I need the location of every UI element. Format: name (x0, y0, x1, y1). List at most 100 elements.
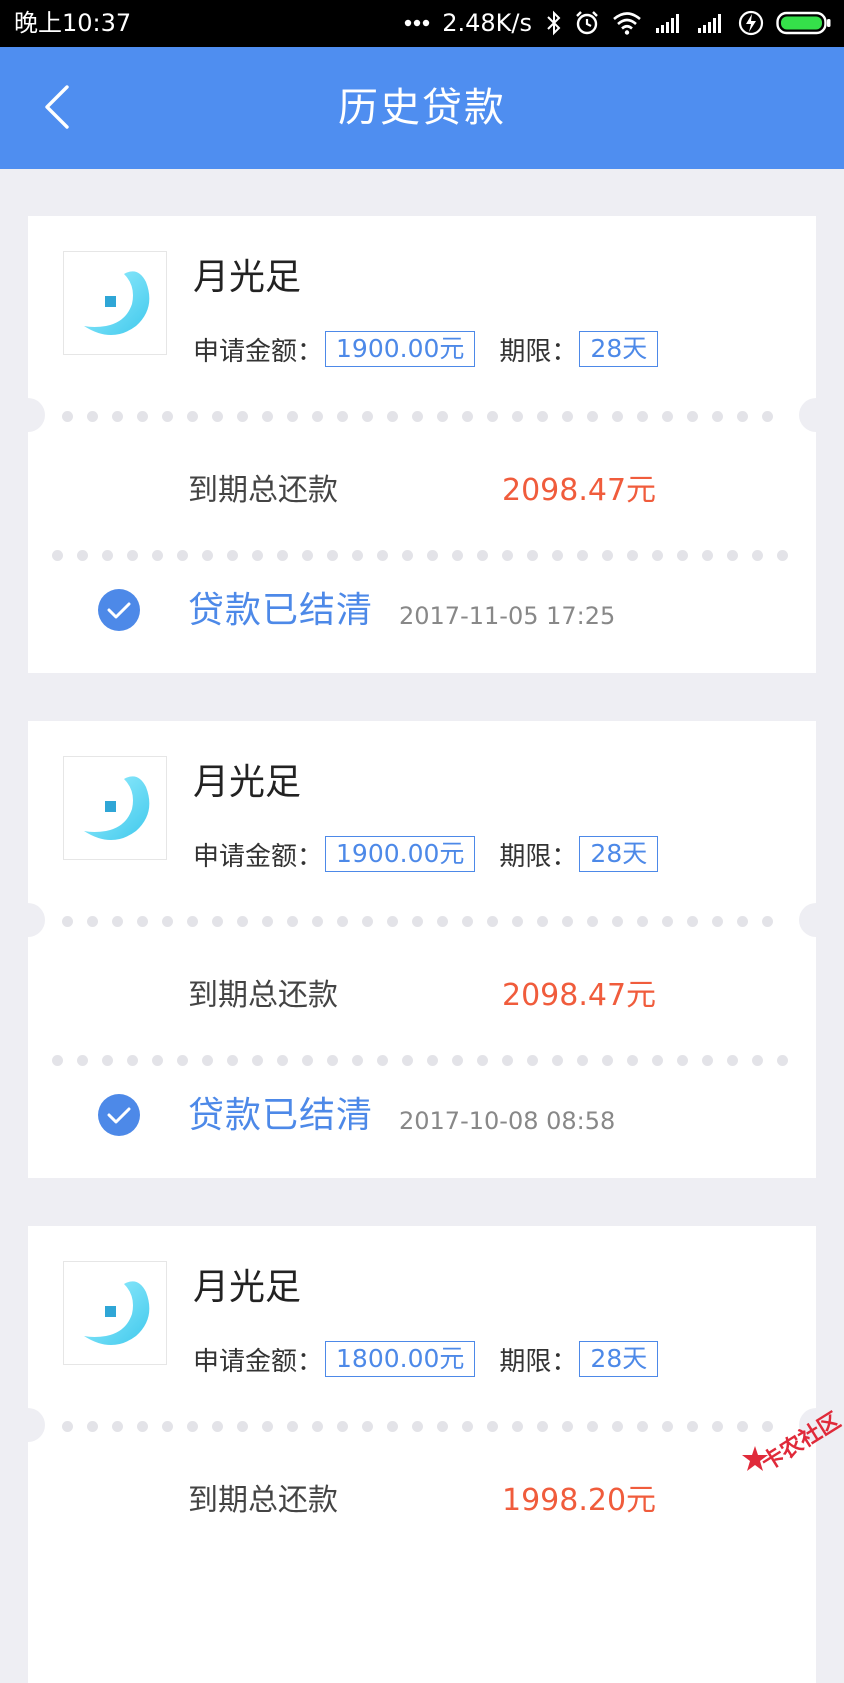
dot (627, 550, 638, 561)
more-dots-icon (405, 19, 430, 27)
dot (362, 916, 373, 927)
network-speed: 2.48K/s (442, 9, 532, 37)
dot (202, 550, 213, 561)
dot (137, 411, 148, 422)
loan-card[interactable]: 月光足 申请金额： 1900.00元 期限： 28天 到期总还款 2098.47… (11, 216, 833, 673)
dot (652, 1055, 663, 1066)
dot (112, 916, 123, 927)
dot (237, 916, 248, 927)
status-icons: 2.48K/s (404, 6, 832, 40)
dot (702, 1055, 713, 1066)
dot (677, 1055, 688, 1066)
apply-info-row: 申请金额： 1900.00元 期限： 28天 (193, 835, 659, 873)
dot (387, 411, 398, 422)
dot (452, 550, 463, 561)
dot (737, 411, 748, 422)
signal-icon-2 (698, 14, 721, 33)
period-value: 28天 (579, 331, 659, 367)
moon-logo-icon (84, 1281, 150, 1345)
moon-logo-icon (84, 271, 150, 335)
dot (762, 916, 773, 927)
dot (127, 1055, 138, 1066)
dot (187, 411, 198, 422)
dot (737, 916, 748, 927)
dot (777, 550, 788, 561)
dot (402, 550, 413, 561)
wifi-icon (613, 12, 641, 35)
loan-card[interactable]: 月光足 申请金额： 1900.00元 期限： 28天 到期总还款 2098.47… (11, 721, 833, 1178)
dot (277, 1055, 288, 1066)
dot (312, 1421, 323, 1432)
settled-time: 2017-10-08 08:58 (399, 1107, 616, 1135)
dot (687, 1421, 698, 1432)
product-name: 月光足 (193, 1267, 302, 1308)
dot (62, 1421, 73, 1432)
dot (487, 1421, 498, 1432)
dot (727, 550, 738, 561)
dot (387, 916, 398, 927)
dot (312, 411, 323, 422)
check-circle-icon (98, 1094, 140, 1136)
dot (727, 1055, 738, 1066)
dot (602, 550, 613, 561)
signal-icon (656, 14, 679, 33)
product-logo (63, 251, 167, 355)
dot (262, 916, 273, 927)
product-name: 月光足 (193, 257, 302, 298)
apply-info-row: 申请金额： 1800.00元 期限： 28天 (193, 1340, 659, 1378)
dotted-line (62, 916, 773, 927)
dot (377, 550, 388, 561)
dot (227, 1055, 238, 1066)
dot (62, 916, 73, 927)
dot (512, 1421, 523, 1432)
dot (537, 916, 548, 927)
dot (302, 550, 313, 561)
dot (287, 1421, 298, 1432)
dot (602, 1055, 613, 1066)
product-name: 月光足 (193, 762, 302, 803)
dot (477, 1055, 488, 1066)
dot (452, 1055, 463, 1066)
dot (712, 916, 723, 927)
dot (587, 1421, 598, 1432)
dot (152, 1055, 163, 1066)
dotted-line (62, 1421, 773, 1432)
dot (77, 550, 88, 561)
dot (327, 550, 338, 561)
dot (137, 1421, 148, 1432)
check-circle-icon (98, 589, 140, 631)
dot (162, 1421, 173, 1432)
dot (102, 1055, 113, 1066)
dot (237, 1421, 248, 1432)
dot (352, 550, 363, 561)
dot (412, 411, 423, 422)
apply-amount-label: 申请金额： (193, 841, 324, 872)
dot (552, 1055, 563, 1066)
dot (202, 1055, 213, 1066)
dot (337, 1421, 348, 1432)
dot (762, 411, 773, 422)
dot (187, 916, 198, 927)
dot (362, 411, 373, 422)
dot (52, 550, 63, 561)
dot (302, 1055, 313, 1066)
dot (87, 411, 98, 422)
period-value: 28天 (579, 1341, 659, 1377)
nav-bar: 历史贷款 (0, 47, 844, 169)
status-bar: 晚上10:37 2.48K/s (0, 0, 844, 47)
bluetooth-icon (547, 10, 561, 36)
dot (477, 550, 488, 561)
dot (102, 550, 113, 561)
dot (287, 916, 298, 927)
apply-amount-value: 1900.00元 (325, 836, 476, 872)
dot (527, 1055, 538, 1066)
total-due-value: 2098.47元 (502, 978, 657, 1013)
loan-card[interactable]: 月光足 申请金额： 1800.00元 期限： 28天 到期总还款 1998.20… (11, 1226, 833, 1683)
dot (587, 411, 598, 422)
dot (237, 411, 248, 422)
dot (362, 1421, 373, 1432)
apply-amount-value: 1900.00元 (325, 331, 476, 367)
period-label: 期限： (499, 1346, 578, 1377)
dot (437, 411, 448, 422)
total-due-label: 到期总还款 (188, 1483, 338, 1518)
